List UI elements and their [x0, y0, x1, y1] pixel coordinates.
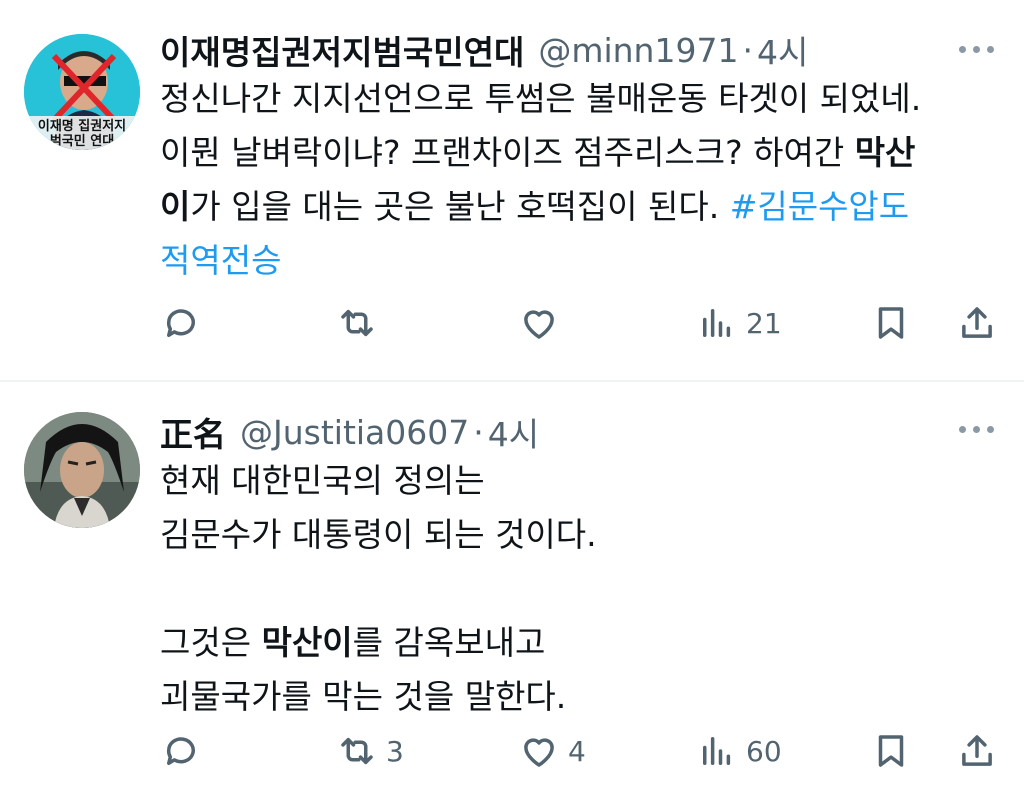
bookmark-button[interactable] [870, 726, 912, 776]
reply-button[interactable] [160, 298, 210, 348]
tweet-line: 그것은 막산이를 감옥보내고 [160, 616, 1000, 670]
avatar[interactable]: 이재명 집권저지 범국민 연대 [24, 34, 140, 150]
svg-text:이재명 집권저지: 이재명 집권저지 [38, 118, 126, 134]
views-icon [703, 737, 731, 765]
tweet[interactable]: 正名 @Justitia0607 · 4시 현재 대한민국의 정의는 김문수가 … [0, 382, 1024, 808]
bold-text: 이 [160, 187, 191, 226]
bookmark-icon [878, 307, 904, 339]
bookmark-icon [878, 735, 904, 767]
like-count: 4 [568, 734, 586, 768]
display-name[interactable]: 正名 [160, 408, 226, 456]
action-bar: 21 [160, 298, 1000, 348]
tweet-header: 이재명집권저지범국민연대 @minn1971 · 4시 [160, 26, 808, 74]
more-icon[interactable] [959, 46, 994, 53]
hashtag-link[interactable]: 적역전승 [160, 234, 1000, 288]
avatar-image [24, 412, 140, 528]
tweet-text: 현재 대한민국의 정의는 김문수가 대통령이 되는 것이다. 그것은 막산이를 … [160, 454, 1000, 724]
tweet-line: 현재 대한민국의 정의는 [160, 461, 485, 500]
display-name[interactable]: 이재명집권저지범국민연대 [160, 26, 524, 74]
avatar-image: 이재명 집권저지 범국민 연대 [24, 34, 140, 150]
tweet-line: 이뭔 날벼락이냐? 프랜차이즈 점주리스크? 하여간 막산 [160, 126, 1000, 180]
reply-icon [166, 309, 195, 337]
retweet-icon [341, 309, 373, 337]
retweet-icon [341, 737, 373, 765]
timestamp[interactable]: 4시 [757, 26, 808, 74]
views-count: 21 [746, 306, 782, 340]
views-icon [703, 309, 731, 337]
svg-text:범국민 연대: 범국민 연대 [50, 133, 114, 149]
reply-button[interactable] [160, 726, 210, 776]
text: 이뭔 날벼락이냐? 프랜차이즈 점주리스크? 하여간 [160, 133, 855, 172]
action-bar: 3 4 60 [160, 726, 1000, 776]
share-icon [962, 307, 992, 338]
timestamp[interactable]: 4시 [488, 408, 539, 456]
tweet[interactable]: 이재명 집권저지 범국민 연대 이재명집권저지범국민연대 @minn1971 ·… [0, 0, 1024, 380]
views-button[interactable]: 21 [696, 298, 782, 348]
views-count: 60 [746, 734, 782, 768]
tweet-text: 정신나간 지지선언으로 투썸은 불매운동 타겟이 되었네. 이뭔 날벼락이냐? … [160, 72, 1000, 288]
share-button[interactable] [956, 726, 998, 776]
text: 그것은 [160, 623, 262, 662]
like-icon [524, 738, 554, 767]
like-button[interactable]: 4 [518, 726, 586, 776]
tweet-header: 正名 @Justitia0607 · 4시 [160, 408, 539, 456]
tweet-line: 김문수가 대통령이 되는 것이다. [160, 515, 597, 554]
share-button[interactable] [956, 298, 998, 348]
views-button[interactable]: 60 [696, 726, 782, 776]
separator-dot: · [473, 412, 484, 452]
avatar[interactable] [24, 412, 140, 528]
like-icon [524, 310, 554, 339]
bold-text: 막산 [854, 133, 916, 172]
more-icon[interactable] [959, 426, 994, 433]
bookmark-button[interactable] [870, 298, 912, 348]
retweet-count: 3 [386, 734, 404, 768]
reply-icon [166, 737, 195, 765]
tweet-line: 이가 입을 대는 곳은 불난 호떡집이 된다. #김문수압도 [160, 180, 1000, 234]
hashtag-link[interactable]: #김문수압도 [730, 187, 909, 226]
text: 를 감옥보내고 [352, 623, 546, 662]
separator-dot: · [742, 30, 753, 70]
like-button[interactable] [518, 298, 568, 348]
bold-text: 막산이 [261, 623, 353, 662]
retweet-button[interactable]: 3 [336, 726, 404, 776]
tweet-line: 괴물국가를 막는 것을 말한다. [160, 677, 567, 716]
share-icon [962, 735, 992, 766]
user-handle[interactable]: @Justitia0607 [240, 413, 469, 452]
user-handle[interactable]: @minn1971 [538, 31, 738, 70]
text: 가 입을 대는 곳은 불난 호떡집이 된다. [190, 187, 730, 226]
tweet-line: 정신나간 지지선언으로 투썸은 불매운동 타겟이 되었네. [160, 79, 922, 118]
retweet-button[interactable] [336, 298, 386, 348]
